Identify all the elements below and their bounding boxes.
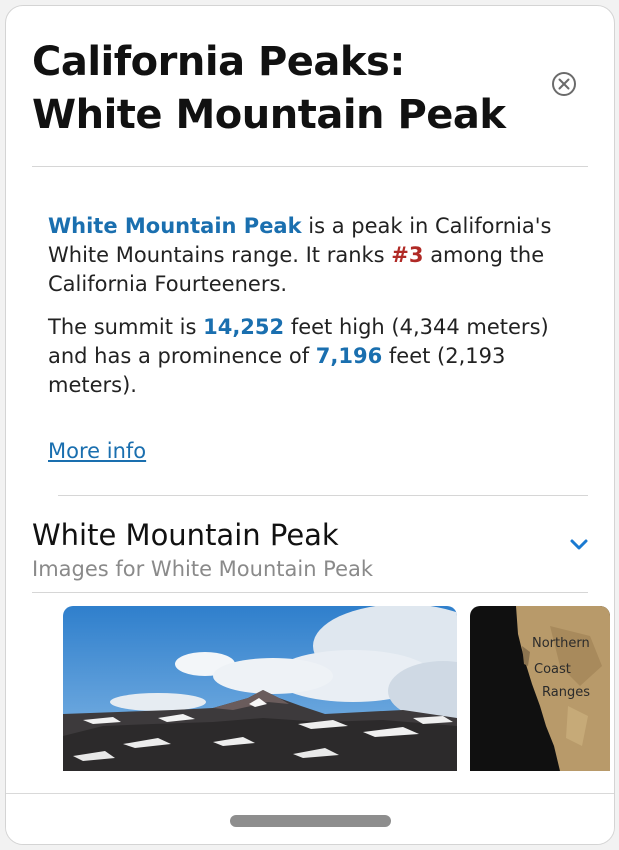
bottom-bar [6, 793, 614, 844]
summary-paragraph-height: The summit is 14,252 feet high (4,344 me… [48, 313, 568, 400]
more-info-link[interactable]: More info [48, 437, 146, 466]
close-icon [558, 78, 570, 90]
peak-summary: White Mountain Peak is a peak in Califor… [48, 212, 568, 400]
map-label: Ranges [542, 685, 590, 700]
height-value: 14,252 [203, 315, 285, 339]
map-label: Coast [534, 662, 571, 677]
image-carousel[interactable]: Northern Coast Ranges [6, 606, 614, 771]
summary-paragraph-rank: White Mountain Peak is a peak in Califor… [48, 212, 568, 299]
mountain-photo-thumbnail[interactable] [63, 606, 457, 771]
map-thumbnail[interactable]: Northern Coast Ranges [470, 606, 610, 771]
page-title: California Peaks: White Mountain Peak [32, 39, 506, 138]
images-section-title: White Mountain Peak [32, 518, 339, 552]
mountain-photo [63, 606, 457, 771]
chevron-down-icon[interactable] [569, 538, 589, 552]
home-indicator[interactable] [230, 815, 391, 827]
map-label: Northern [532, 636, 590, 651]
images-section-header[interactable]: White Mountain Peak Images for White Mou… [32, 516, 592, 586]
section-divider [58, 495, 588, 496]
peak-info-card: California Peaks: White Mountain Peak Wh… [5, 5, 615, 845]
header-divider [32, 166, 588, 167]
rank-value: #3 [391, 243, 424, 267]
summary-text: The summit is [48, 315, 204, 339]
images-section-subtitle: Images for White Mountain Peak [32, 557, 374, 581]
peak-name: White Mountain Peak [48, 214, 302, 238]
prominence-value: 7,196 [315, 344, 383, 368]
images-divider [32, 592, 588, 593]
close-button[interactable] [552, 72, 576, 96]
